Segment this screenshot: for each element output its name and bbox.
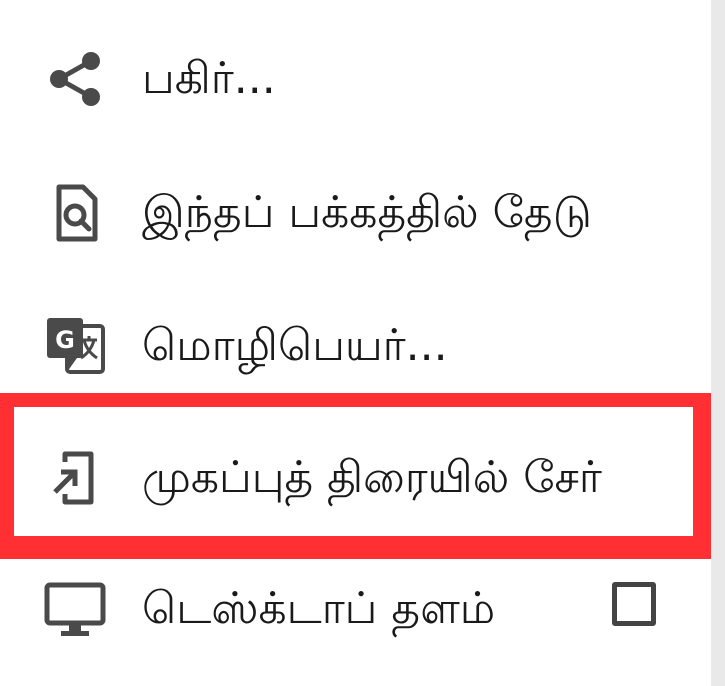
desktop-site-checkbox[interactable] xyxy=(612,582,656,626)
menu-item-find-in-page[interactable]: இந்தப் பக்கத்தில் தேடு xyxy=(0,147,711,279)
menu-item-find-label: இந்தப் பக்கத்தில் தேடு xyxy=(142,187,592,238)
translate-icon: G xyxy=(42,313,108,379)
menu-item-share[interactable]: பகிர்... xyxy=(0,13,711,145)
desktop-icon xyxy=(42,576,108,642)
overflow-menu: பகிர்... இந்தப் பக்கத்தில் தேடு G மொழிபெ… xyxy=(0,0,711,686)
menu-item-desktop-site[interactable]: டெஸ்க்டாப் தளம் xyxy=(0,543,711,675)
find-in-page-icon xyxy=(42,180,108,246)
menu-item-translate-label: மொழிபெயர்... xyxy=(142,320,448,371)
menu-item-desktop-label: டெஸ்க்டாப் தளம் xyxy=(142,583,496,634)
scroll-edge xyxy=(711,0,725,686)
menu-item-share-label: பகிர்... xyxy=(142,53,276,104)
add-to-home-screen-icon xyxy=(42,445,108,511)
svg-text:G: G xyxy=(55,326,75,354)
share-icon xyxy=(42,46,108,112)
menu-item-add-to-home-screen[interactable]: முகப்புத் திரையில் சேர் xyxy=(0,412,711,544)
menu-item-add-to-home-label: முகப்புத் திரையில் சேர் xyxy=(142,452,602,503)
